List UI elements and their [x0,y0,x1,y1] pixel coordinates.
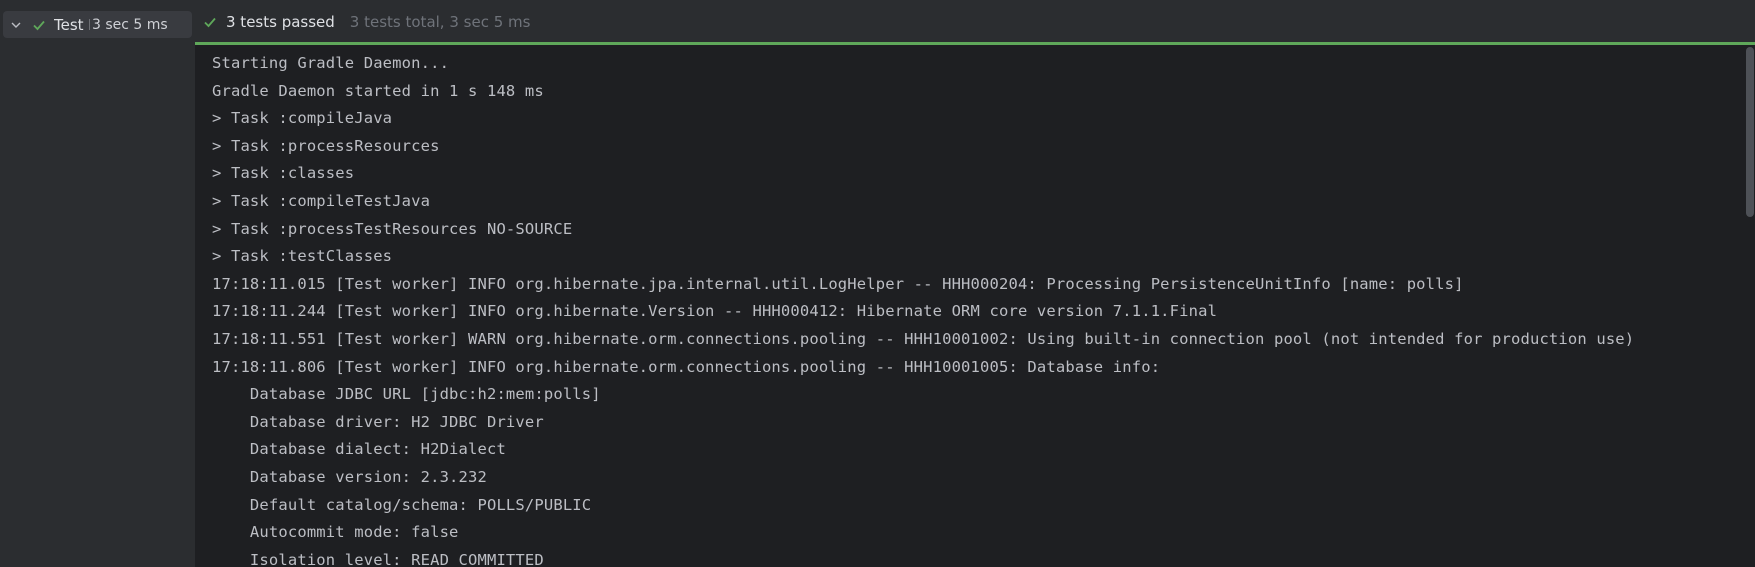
chevron-down-icon[interactable] [9,18,23,32]
test-status-header: 3 tests passed 3 tests total, 3 sec 5 ms [195,0,1755,43]
console-line: 17:18:11.551 [Test worker] WARN org.hibe… [212,329,1635,348]
test-runner-window: Test P 3 sec 5 ms 3 tests passed 3 tests… [0,0,1755,567]
tests-passed-summary: 3 tests passed [226,12,335,31]
console-output[interactable]: Starting Gradle Daemon... Gradle Daemon s… [195,45,1755,567]
console-scrollbar-thumb[interactable] [1746,47,1754,217]
test-tree-root-name: Test P [54,15,90,34]
console-line: > Task :testClasses [212,247,393,266]
console-lines: Starting Gradle Daemon... Gradle Daemon s… [212,50,1634,567]
console-line: Database version: 2.3.232 [212,467,487,486]
console-line: 17:18:11.806 [Test worker] INFO org.hibe… [212,357,1161,376]
console-line: > Task :compileJava [212,109,393,128]
check-icon [31,17,47,33]
console-line: > Task :compileTestJava [212,191,431,210]
console-line: > Task :processTestResources NO-SOURCE [212,219,573,238]
console-scrollbar[interactable] [1745,47,1755,567]
check-icon [202,14,218,30]
console-line: 17:18:11.015 [Test worker] INFO org.hibe… [212,274,1464,293]
tests-total-details: 3 tests total, 3 sec 5 ms [349,12,531,31]
test-tree-root-item[interactable]: Test P 3 sec 5 ms [3,11,192,38]
console-line: Database dialect: H2Dialect [212,440,506,459]
console-line: > Task :processResources [212,136,440,155]
console-line: > Task :classes [212,164,355,183]
console-line: 17:18:11.244 [Test worker] INFO org.hibe… [212,302,1218,321]
console-line: Database JDBC URL [jdbc:h2:mem:polls] [212,385,601,404]
console-line: Default catalog/schema: POLLS/PUBLIC [212,495,592,514]
console-line: Database driver: H2 JDBC Driver [212,412,544,431]
console-line: Autocommit mode: false [212,523,459,542]
console-line: Gradle Daemon started in 1 s 148 ms [212,81,544,100]
console-line: Isolation level: READ_COMMITTED [212,550,544,567]
test-tree-panel: Test P 3 sec 5 ms [0,0,196,567]
console-line: Starting Gradle Daemon... [212,54,450,72]
test-tree-root-duration: 3 sec 5 ms [92,16,168,33]
